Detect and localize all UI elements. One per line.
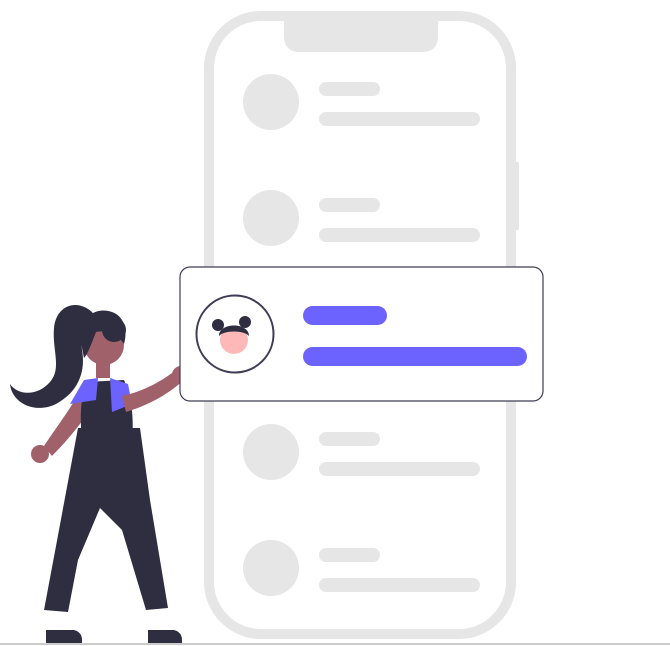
detail-bar [303, 347, 527, 366]
avatar-placeholder [243, 74, 299, 130]
avatar-placeholder [243, 424, 299, 480]
name-placeholder [319, 198, 380, 212]
hair-bun [102, 318, 126, 342]
avatar-placeholder [243, 190, 299, 246]
avatar-placeholder [243, 540, 299, 596]
detail-placeholder [319, 462, 480, 476]
left-shoe [46, 630, 82, 643]
left-hand [31, 445, 49, 463]
detail-placeholder [319, 228, 480, 242]
contact-avatar [195, 294, 275, 374]
detail-placeholder [319, 578, 480, 592]
illustration [0, 11, 670, 645]
legs [44, 428, 168, 612]
name-placeholder [319, 548, 380, 562]
woman-figure [10, 305, 190, 643]
right-shoe [148, 630, 182, 643]
phone-notch [284, 20, 438, 52]
phone-side-button [512, 162, 519, 230]
name-bar [303, 306, 387, 325]
selected-contact-card[interactable] [179, 266, 544, 402]
avatar-bun-left [212, 319, 224, 331]
ground-line [0, 643, 670, 645]
avatar-bun-right [239, 316, 251, 328]
name-placeholder [319, 82, 380, 96]
name-placeholder [319, 432, 380, 446]
detail-placeholder [319, 112, 480, 126]
